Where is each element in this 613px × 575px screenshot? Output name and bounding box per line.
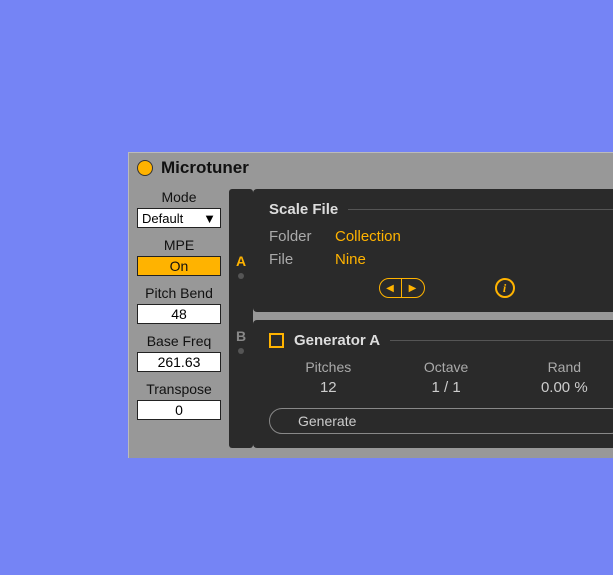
rand-param[interactable]: Rand 0.00 % [541, 359, 588, 396]
generator-title-row: Generator A [269, 332, 613, 349]
divider-line [348, 209, 613, 210]
mode-label: Mode [137, 189, 221, 205]
device-body: Mode Default ▼ MPE On Pitch Bend 48 Base… [129, 183, 613, 458]
octave-label: Octave [424, 359, 468, 375]
file-nav-arrows: ◀ ▶ [379, 278, 425, 298]
pitch-bend-input[interactable]: 48 [137, 304, 221, 324]
right-panels-column: Scale File Folder Collection ▼ File Nine… [253, 183, 613, 458]
base-freq-input[interactable]: 261.63 [137, 352, 221, 372]
rand-label: Rand [541, 359, 588, 375]
tab-b[interactable]: B [236, 310, 246, 372]
generator-enable-checkbox[interactable] [269, 333, 284, 348]
scale-file-panel: Scale File Folder Collection ▼ File Nine… [253, 189, 613, 312]
pitches-param[interactable]: Pitches 12 [305, 359, 351, 396]
mpe-label: MPE [137, 237, 221, 253]
microtuner-device: Microtuner Mode Default ▼ MPE On Pitch B… [128, 152, 613, 458]
transpose-label: Transpose [137, 381, 221, 397]
file-row: File Nine ▼ [269, 251, 613, 268]
divider-line [390, 340, 613, 341]
scale-file-title: Scale File [269, 201, 338, 218]
folder-select[interactable]: Collection [335, 228, 599, 245]
generator-title: Generator A [294, 332, 380, 349]
next-file-button[interactable]: ▶ [402, 279, 424, 297]
transpose-input[interactable]: 0 [137, 400, 221, 420]
octave-param[interactable]: Octave 1 / 1 [424, 359, 468, 396]
file-select[interactable]: Nine [335, 251, 599, 268]
file-label: File [269, 251, 321, 268]
tab-b-label: B [236, 328, 246, 344]
base-freq-label: Base Freq [137, 333, 221, 349]
mpe-toggle[interactable]: On [137, 256, 221, 276]
generator-params-row: Pitches 12 Octave 1 / 1 Rand 0.00 % [269, 359, 613, 396]
tab-a[interactable]: A [236, 235, 246, 297]
prev-file-button[interactable]: ◀ [380, 279, 402, 297]
folder-row: Folder Collection ▼ [269, 228, 613, 245]
chevron-down-icon: ▼ [203, 211, 216, 226]
pitch-bend-label: Pitch Bend [137, 285, 221, 301]
scale-file-title-row: Scale File [269, 201, 613, 218]
left-params-column: Mode Default ▼ MPE On Pitch Bend 48 Base… [129, 183, 229, 458]
file-nav-row: ◀ ▶ i [269, 278, 613, 298]
device-title: Microtuner [161, 158, 249, 178]
folder-label: Folder [269, 228, 321, 245]
pitches-value: 12 [305, 379, 351, 396]
device-titlebar: Microtuner [129, 153, 613, 183]
octave-value: 1 / 1 [424, 379, 468, 396]
device-active-dot[interactable] [137, 160, 153, 176]
ab-tab-column: A B [229, 189, 253, 448]
pitches-label: Pitches [305, 359, 351, 375]
tab-a-label: A [236, 253, 246, 269]
mode-value: Default [142, 211, 183, 226]
tab-a-dot [238, 273, 244, 279]
generator-panel: Generator A Pitches 12 Octave 1 / 1 Rand [253, 320, 613, 448]
generate-button[interactable]: Generate [269, 408, 613, 434]
mode-select[interactable]: Default ▼ [137, 208, 221, 228]
tab-b-dot [238, 348, 244, 354]
info-icon[interactable]: i [495, 278, 515, 298]
rand-value: 0.00 % [541, 379, 588, 396]
